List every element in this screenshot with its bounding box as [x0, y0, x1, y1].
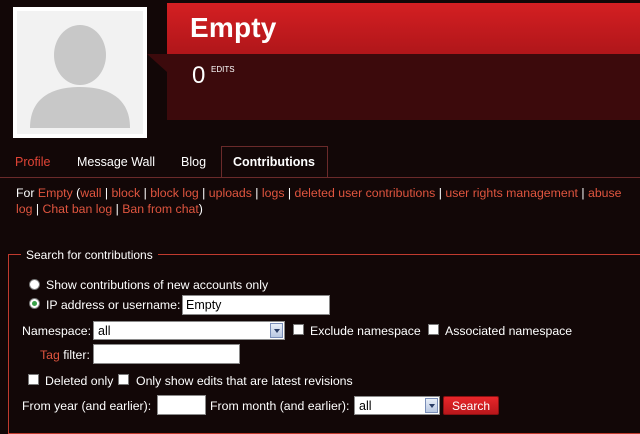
from-year-input[interactable] — [157, 395, 206, 415]
banner-notch — [147, 54, 167, 72]
from-month-label: From month (and earlier): — [210, 399, 350, 413]
chevron-down-icon — [425, 398, 438, 413]
default-avatar-icon — [13, 7, 147, 138]
namespace-select-value: all — [98, 324, 111, 338]
tab-message-wall[interactable]: Message Wall — [77, 155, 155, 169]
stats-banner — [167, 54, 640, 120]
link-block-log[interactable]: block log — [150, 186, 199, 200]
associated-namespace-label: Associated namespace — [445, 324, 573, 338]
chevron-down-icon — [270, 323, 283, 338]
link-chat-ban-log[interactable]: Chat ban log — [42, 202, 112, 216]
radio-ip-username[interactable] — [29, 298, 40, 309]
search-button[interactable]: Search — [443, 396, 499, 415]
username-input[interactable] — [182, 295, 330, 315]
tag-filter-label: Tag filter: — [40, 348, 90, 362]
user-tool-links: For Empty (wall | block | block log | up… — [16, 186, 622, 216]
tab-contributions-label: Contributions — [233, 155, 315, 169]
profile-tabs: Profile Message Wall Blog Contributions — [0, 146, 640, 178]
tag-link[interactable]: Tag — [40, 348, 60, 362]
link-ban-from-chat[interactable]: Ban from chat — [122, 202, 199, 216]
tab-contributions[interactable]: Contributions — [221, 146, 328, 177]
search-legend: Search for contributions — [21, 248, 158, 262]
link-user[interactable]: Empty — [38, 186, 73, 200]
tag-filter-input[interactable] — [93, 344, 240, 364]
associated-namespace-checkbox[interactable] — [428, 324, 439, 335]
from-year-label: From year (and earlier): — [22, 399, 152, 413]
latest-revisions-checkbox[interactable] — [118, 374, 129, 385]
link-uploads[interactable]: uploads — [209, 186, 252, 200]
tab-blog[interactable]: Blog — [181, 155, 206, 169]
page-title: Empty — [190, 12, 277, 43]
month-select[interactable]: all — [354, 396, 440, 415]
edit-count: 0 — [192, 62, 206, 89]
links-prefix: For — [16, 186, 35, 200]
radio-new-accounts[interactable] — [29, 279, 40, 290]
month-select-value: all — [359, 399, 372, 413]
deleted-only-checkbox[interactable] — [28, 374, 39, 385]
edits-label: EDITS — [211, 65, 235, 74]
exclude-namespace-checkbox[interactable] — [293, 324, 304, 335]
tab-profile[interactable]: Profile — [15, 155, 50, 169]
latest-revisions-label: Only show edits that are latest revision… — [136, 374, 353, 388]
link-block[interactable]: block — [111, 186, 140, 200]
avatar — [13, 7, 147, 138]
link-logs[interactable]: logs — [262, 186, 285, 200]
namespace-label: Namespace: — [22, 324, 92, 338]
link-deleted-contributions[interactable]: deleted user contributions — [295, 186, 436, 200]
link-wall[interactable]: wall — [80, 186, 101, 200]
radio-new-accounts-label: Show contributions of new accounts only — [46, 278, 269, 292]
radio-ip-username-label: IP address or username: — [46, 298, 181, 312]
filter-word: filter: — [63, 348, 90, 362]
deleted-only-label: Deleted only — [45, 374, 114, 388]
exclude-namespace-label: Exclude namespace — [310, 324, 421, 338]
link-user-rights[interactable]: user rights management — [445, 186, 578, 200]
namespace-select[interactable]: all — [93, 321, 285, 340]
